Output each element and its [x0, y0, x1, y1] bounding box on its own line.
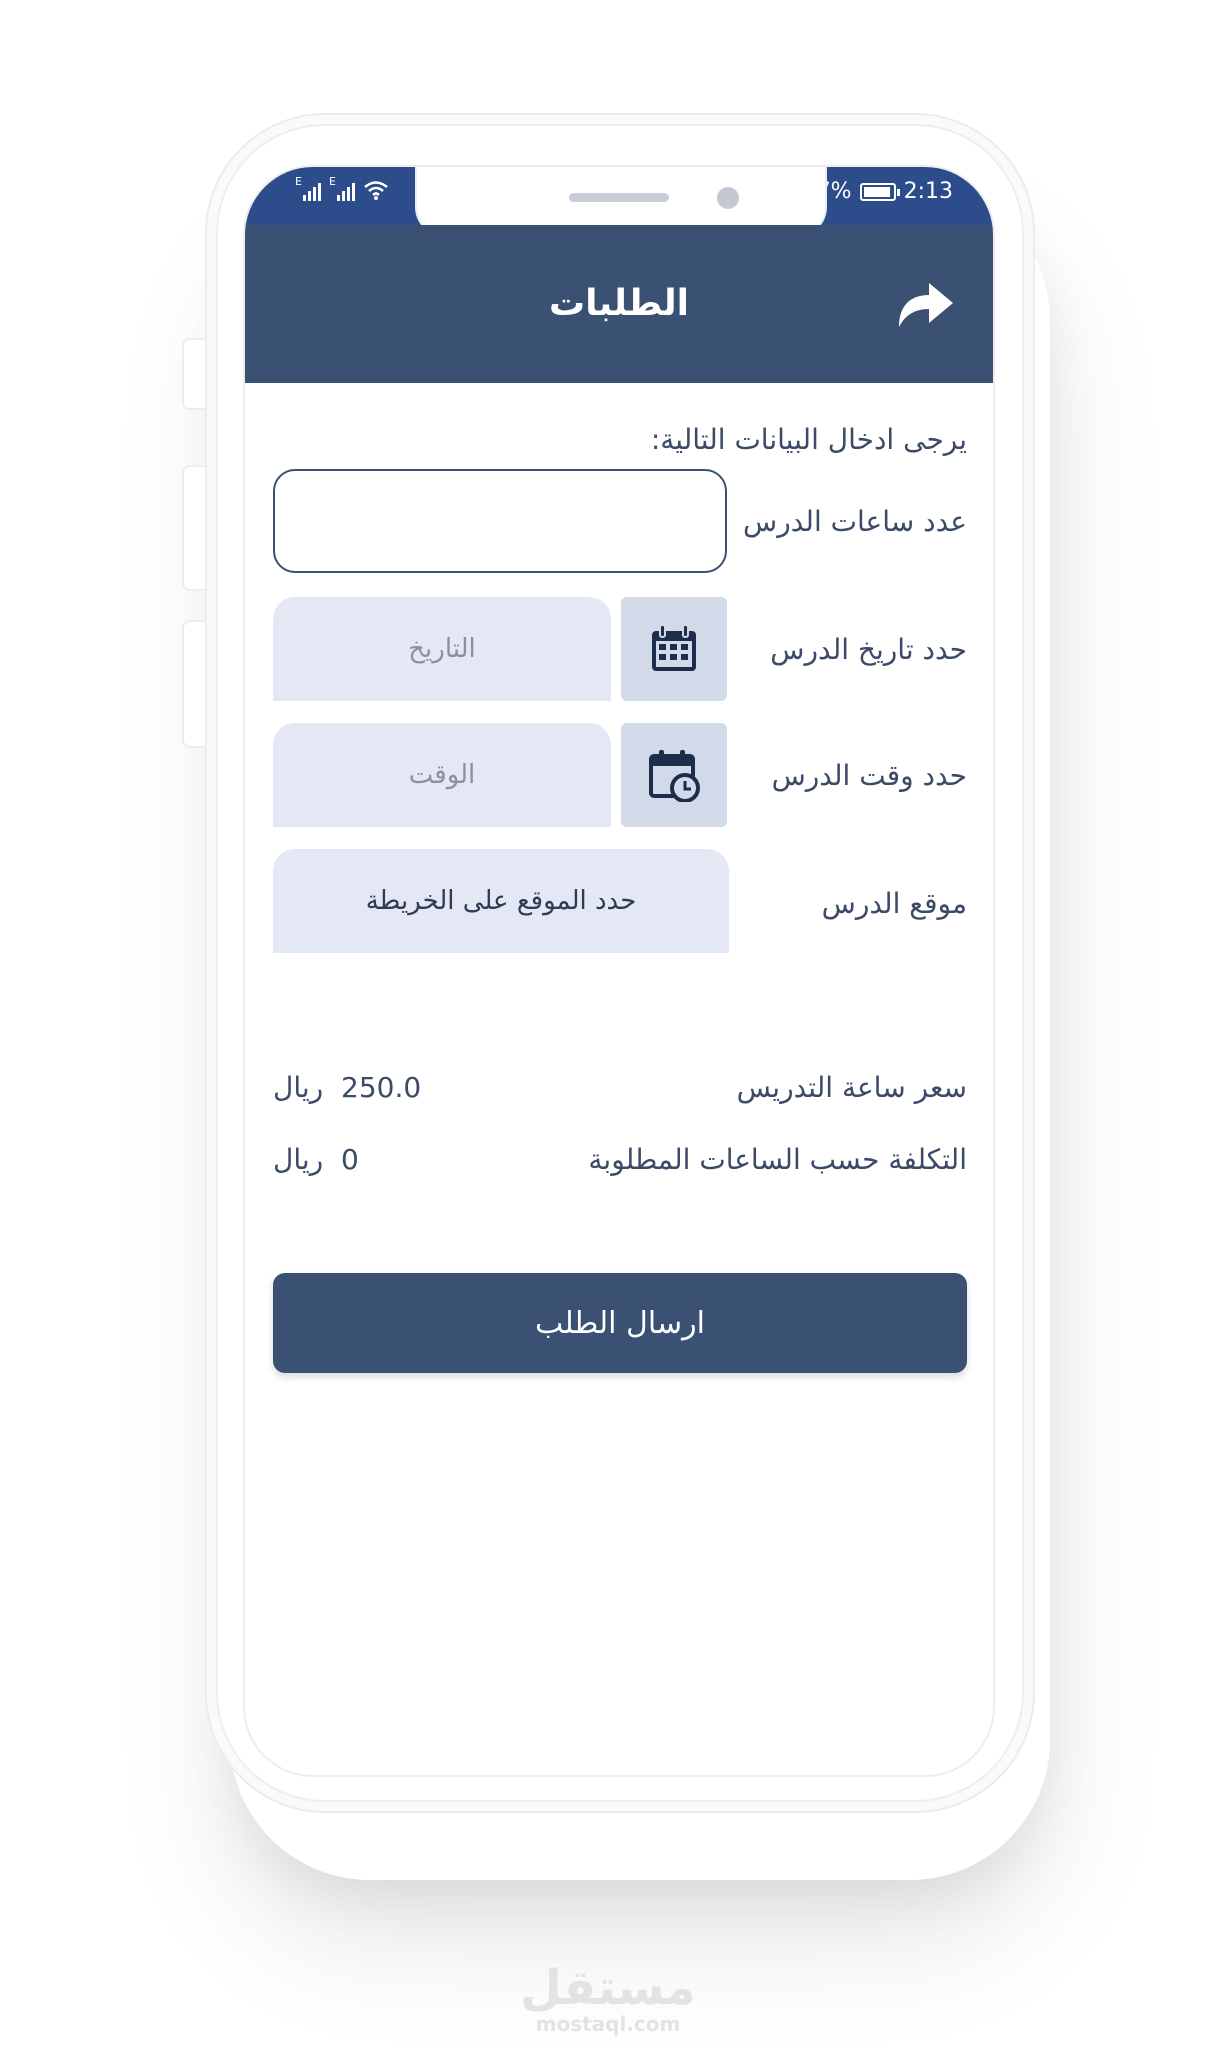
watermark: مستقل mostaql.com: [0, 1960, 1216, 2036]
status-time: 2:13: [903, 179, 953, 204]
select-location-button[interactable]: حدد الموقع على الخريطة: [273, 849, 729, 953]
signal-icon: E: [295, 175, 321, 201]
hours-label: عدد ساعات الدرس: [743, 505, 967, 538]
speaker-grille: [569, 193, 669, 202]
date-label: حدد تاريخ الدرس: [770, 633, 967, 666]
date-field[interactable]: التاريخ: [273, 597, 611, 701]
hour-price-unit: ريال: [273, 1071, 324, 1104]
hours-input[interactable]: [273, 469, 727, 573]
time-label: حدد وقت الدرس: [771, 759, 967, 792]
share-arrow-icon[interactable]: [893, 275, 957, 333]
watermark-latin: mostaql.com: [535, 2012, 681, 2036]
calendar-icon: [652, 624, 696, 671]
date-picker-button[interactable]: [621, 597, 727, 701]
signal-icon-2: E: [329, 175, 355, 201]
phone-volume-down: [182, 620, 206, 748]
front-camera: [717, 187, 739, 209]
calendar-clock-icon: [649, 750, 700, 802]
total-cost-row: التكلفة حسب الساعات المطلوبة 0 ريال: [273, 1143, 967, 1183]
submit-request-button[interactable]: ارسال الطلب: [273, 1273, 967, 1373]
status-right: 7% 2:13: [817, 179, 953, 204]
hour-price-row: سعر ساعة التدريس 250.0 ريال: [273, 1071, 967, 1111]
time-field[interactable]: الوقت: [273, 723, 611, 827]
total-cost-label: التكلفة حسب الساعات المطلوبة: [588, 1143, 967, 1176]
watermark-arabic: مستقل: [520, 1960, 696, 2016]
total-cost-unit: ريال: [273, 1143, 324, 1176]
time-picker-button[interactable]: [621, 723, 727, 827]
battery-icon: [859, 182, 900, 201]
hour-price-label: سعر ساعة التدريس: [736, 1071, 967, 1104]
phone-side-button: [182, 338, 206, 410]
app-header: الطلبات: [245, 225, 993, 383]
total-cost-value: 0: [341, 1143, 359, 1176]
page-title: الطلبات: [548, 283, 689, 324]
hour-price-value: 250.0: [341, 1071, 422, 1104]
phone-volume-up: [182, 465, 206, 591]
request-form: يرجى ادخال البيانات التالية: عدد ساعات ا…: [245, 383, 993, 1775]
form-intro: يرجى ادخال البيانات التالية:: [650, 423, 967, 456]
mockup-stage: E E 7% 2:13 الطلبات يرجى ادخال البيانات …: [0, 0, 1216, 2065]
phone-screen: E E 7% 2:13 الطلبات يرجى ادخال البيانات …: [243, 165, 995, 1777]
location-label: موقع الدرس: [821, 887, 967, 920]
wifi-icon: [364, 181, 388, 200]
status-left: E E: [295, 175, 389, 201]
